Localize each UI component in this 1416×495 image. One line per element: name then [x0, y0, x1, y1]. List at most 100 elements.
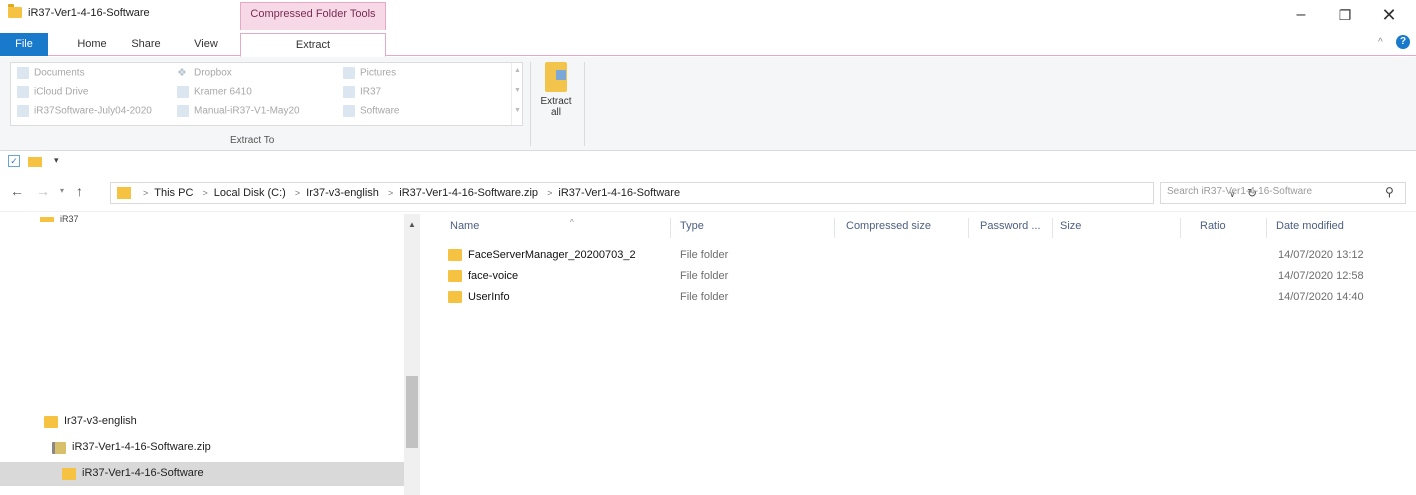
folder-icon [44, 416, 58, 428]
gallery-scrollbar[interactable]: ▲ ▼ ▼ [511, 63, 523, 125]
recent-locations-dropdown[interactable]: ▾ [60, 186, 64, 195]
folder-icon [177, 86, 189, 98]
folder-icon [62, 468, 76, 480]
forward-button[interactable]: → [36, 183, 50, 199]
folder-icon [343, 86, 355, 98]
extract-all-icon [545, 62, 567, 92]
tab-share[interactable]: Share [126, 33, 166, 56]
destination-software[interactable]: Software [343, 105, 399, 123]
column-header-compressed-size[interactable]: Compressed size [846, 220, 931, 232]
file-row[interactable]: FaceServerManager_20200703_2 File folder… [440, 246, 1400, 266]
extract-to-group-label: Extract To [230, 135, 275, 146]
breadcrumb-separator-icon[interactable]: > [143, 188, 148, 198]
folder-icon [8, 4, 22, 18]
nav-pane-scrollbar[interactable]: ▲ [404, 214, 420, 495]
file-date: 14/07/2020 14:40 [1278, 291, 1364, 303]
destination-icloud-drive[interactable]: iCloud Drive [17, 86, 88, 104]
folder-icon [17, 105, 29, 117]
destination-pictures[interactable]: Pictures [343, 67, 396, 85]
sort-ascending-icon: ^ [570, 218, 574, 227]
column-divider[interactable] [1266, 218, 1267, 238]
cloud-icon [17, 86, 29, 98]
search-input[interactable] [1167, 186, 1377, 197]
file-type: File folder [680, 249, 729, 261]
nav-item-partial[interactable]: iR37 [40, 214, 100, 222]
column-header-type[interactable]: Type [680, 220, 704, 232]
chevron-up-icon[interactable]: ▲ [514, 67, 521, 74]
breadcrumb-separator-icon[interactable]: > [202, 188, 207, 198]
file-row[interactable]: face-voice File folder 14/07/2020 12:58 [440, 267, 1400, 287]
column-header-password[interactable]: Password ... [980, 220, 1041, 232]
destination-documents[interactable]: Documents [17, 67, 85, 85]
properties-check-icon[interactable]: ✓ [8, 155, 20, 167]
column-divider[interactable] [670, 218, 671, 238]
collapse-ribbon-button[interactable]: ^ [1378, 37, 1383, 48]
ribbon-panel: Documents iCloud Drive iR37Software-July… [0, 57, 1416, 151]
column-divider[interactable] [1180, 218, 1181, 238]
nav-item-current-folder[interactable]: iR37-Ver1-4-16-Software [0, 462, 404, 486]
maximize-button[interactable]: ❐ [1330, 4, 1360, 28]
help-icon[interactable]: ? [1396, 35, 1410, 49]
extract-to-gallery: Documents iCloud Drive iR37Software-July… [10, 62, 523, 126]
minimize-button[interactable]: – [1286, 4, 1316, 28]
nav-item-zip[interactable]: iR37-Ver1-4-16-Software.zip [0, 436, 404, 460]
file-date: 14/07/2020 13:12 [1278, 249, 1364, 261]
tab-view[interactable]: View [188, 33, 224, 56]
group-divider [584, 62, 585, 146]
destination-manual-ir37-v1-may20[interactable]: Manual-iR37-V1-May20 [177, 105, 300, 123]
folder-icon [448, 270, 462, 282]
more-icon[interactable]: ▼ [514, 107, 521, 114]
destination-ir37software-july04-2020[interactable]: iR37Software-July04-2020 [17, 105, 152, 123]
file-name: FaceServerManager_20200703_2 [468, 249, 636, 261]
breadcrumb-ir37-v3-english[interactable]: Ir37-v3-english [306, 187, 379, 199]
breadcrumb-current-folder[interactable]: iR37-Ver1-4-16-Software [558, 187, 680, 199]
file-row[interactable]: UserInfo File folder 14/07/2020 14:40 [440, 288, 1400, 308]
customize-toolbar-dropdown[interactable]: ▾ [54, 155, 59, 166]
quick-access-toolbar: ✓ ▾ [0, 151, 1416, 173]
scroll-up-icon[interactable]: ▲ [408, 220, 416, 229]
chevron-down-icon[interactable]: ▼ [514, 87, 521, 94]
file-name: UserInfo [468, 291, 510, 303]
window-title: iR37-Ver1-4-16-Software [28, 7, 150, 19]
ribbon-tab-row: File Home Share View Extract ^ ? [0, 33, 1416, 57]
breadcrumb-separator-icon[interactable]: > [295, 188, 300, 198]
destination-kramer-6410[interactable]: Kramer 6410 [177, 86, 252, 104]
folder-icon [343, 105, 355, 117]
extract-all-button[interactable]: Extract all [536, 60, 576, 130]
destination-ir37[interactable]: IR37 [343, 86, 381, 104]
new-folder-icon[interactable] [28, 157, 42, 167]
file-type: File folder [680, 270, 729, 282]
pictures-icon [343, 67, 355, 79]
zip-folder-icon [52, 442, 66, 454]
search-box[interactable]: ⚲ [1160, 182, 1406, 204]
title-bar: iR37-Ver1-4-16-Software Compressed Folde… [0, 0, 1416, 32]
nav-item-ir37-v3-english[interactable]: Ir37-v3-english [0, 410, 404, 434]
address-bar[interactable]: > This PC > Local Disk (C:) > Ir37-v3-engli… [110, 182, 1257, 204]
address-row: ← → ▾ ↑ > This PC > Local Disk (C:) > Ir37-… [0, 176, 1416, 212]
tab-file[interactable]: File [0, 33, 48, 56]
column-header-date-modified[interactable]: Date modified [1276, 220, 1344, 232]
file-type: File folder [680, 291, 729, 303]
folder-icon [40, 217, 54, 222]
breadcrumb-separator-icon[interactable]: > [547, 188, 552, 198]
column-header-ratio[interactable]: Ratio [1200, 220, 1226, 232]
destination-dropbox[interactable]: ❖ Dropbox [177, 67, 232, 85]
breadcrumb-separator-icon[interactable]: > [388, 188, 393, 198]
close-button[interactable]: ✕ [1374, 4, 1404, 28]
column-divider[interactable] [968, 218, 969, 238]
tab-home[interactable]: Home [72, 33, 112, 56]
column-divider[interactable] [1052, 218, 1053, 238]
column-header-name[interactable]: Name ^ [450, 218, 574, 232]
column-header-size[interactable]: Size [1060, 220, 1081, 232]
tab-extract[interactable]: Extract [240, 33, 386, 57]
breadcrumb-this-pc[interactable]: This PC [154, 187, 193, 199]
extract-all-label-line2: all [550, 107, 561, 118]
up-button[interactable]: ↑ [76, 183, 83, 199]
back-button[interactable]: ← [10, 183, 24, 199]
breadcrumb-zip[interactable]: iR37-Ver1-4-16-Software.zip [399, 187, 538, 199]
search-icon[interactable]: ⚲ [1385, 185, 1394, 199]
compressed-folder-tools-tab: Compressed Folder Tools [240, 2, 386, 30]
breadcrumb-local-disk[interactable]: Local Disk (C:) [214, 187, 286, 199]
scrollbar-thumb[interactable] [406, 376, 418, 448]
column-divider[interactable] [834, 218, 835, 238]
